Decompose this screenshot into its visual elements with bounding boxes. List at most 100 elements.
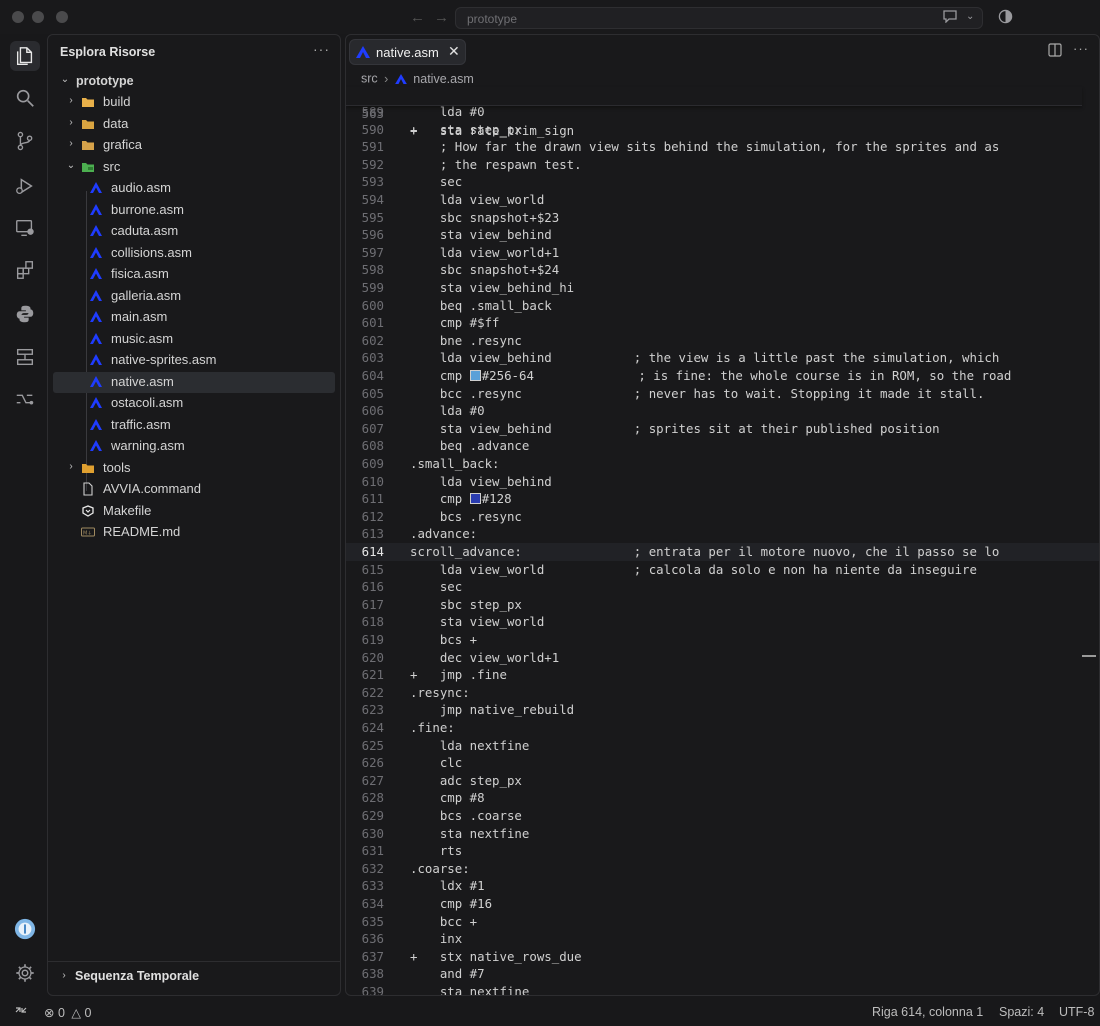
chevron-down-icon: ⌄ <box>66 159 76 171</box>
back-arrow-icon[interactable]: ← <box>410 9 425 26</box>
breadcrumb-folder[interactable]: src <box>361 72 378 86</box>
warning-count: 0 <box>84 1006 92 1020</box>
line-number: 597 <box>361 244 384 260</box>
tree-item[interactable]: AVVIA.command <box>53 479 335 500</box>
tree-item[interactable]: caduta.asm <box>53 221 335 242</box>
assembly-file-icon <box>90 440 102 451</box>
code-line: 597 lda view_world+1 <box>346 244 1099 262</box>
code-text: bne .resync <box>410 332 522 348</box>
code-text: scroll_advance: ; entrata per il motore … <box>410 544 1000 559</box>
tree-item[interactable]: › build <box>53 92 335 113</box>
tree-item[interactable]: audio.asm <box>53 178 335 199</box>
line-number: 563 <box>361 105 384 121</box>
remote-explorer-icon[interactable] <box>12 215 38 241</box>
code-text: + jmp .fine <box>410 667 507 683</box>
extensions-icon[interactable] <box>12 257 38 283</box>
line-number: 602 <box>361 332 384 348</box>
problems-indicator[interactable]: ⊗ 0 △ 0 <box>44 1005 91 1020</box>
flow-connections-icon[interactable] <box>12 386 38 412</box>
run-and-debug-icon[interactable] <box>12 173 38 199</box>
code-text: sta nextfine <box>410 984 530 996</box>
code-text: sbc snapshot+$23 <box>410 209 560 225</box>
code-text: lda view_world ; calcola da solo e non h… <box>410 561 977 577</box>
assembly-file-icon <box>394 73 407 84</box>
editor-more-actions-icon[interactable]: ··· <box>1073 41 1089 56</box>
tree-item-label: collisions.asm <box>111 244 192 260</box>
chat-icon[interactable] <box>942 9 958 26</box>
source-control-icon[interactable] <box>12 128 38 154</box>
code-editor[interactable]: 589 lda #0 590 + sta step_px 591 ; How far … <box>346 87 1099 995</box>
account-avatar[interactable] <box>12 916 38 942</box>
code-text: cmp #16 <box>410 896 493 911</box>
search-icon[interactable] <box>12 85 38 111</box>
indentation-setting[interactable]: Spazi: 4 <box>999 1005 1044 1019</box>
tree-item[interactable]: › data <box>53 114 335 135</box>
tree-item[interactable]: native-sprites.asm <box>53 350 335 371</box>
tree-item[interactable]: › tools <box>53 458 335 479</box>
sticky-scroll-line[interactable]: 563 + sta rate_trim_sign <box>346 87 1082 138</box>
layout-panels-icon[interactable] <box>12 344 38 370</box>
line-number: 592 <box>361 156 384 172</box>
code-line: 616 sec <box>346 578 1099 596</box>
accounts-circle-icon[interactable] <box>998 9 1013 27</box>
tree-item[interactable]: main.asm <box>53 307 335 328</box>
tree-item[interactable]: native.asm <box>53 371 335 393</box>
chevron-right-icon: › <box>69 116 73 128</box>
markdown-icon: M↓ <box>81 527 95 537</box>
tree-item[interactable]: warning.asm <box>53 436 335 457</box>
code-text: lda view_world <box>410 192 545 207</box>
tree-item-label: traffic.asm <box>111 416 171 432</box>
close-window-button[interactable] <box>12 11 24 23</box>
code-line: 606 lda #0 <box>346 402 1099 420</box>
tree-item[interactable]: music.asm <box>53 329 335 350</box>
close-icon[interactable]: ✕ <box>448 43 460 60</box>
tree-item-label: galleria.asm <box>111 287 182 303</box>
python-icon[interactable] <box>12 301 38 327</box>
tree-item[interactable]: burrone.asm <box>53 200 335 221</box>
encoding-setting[interactable]: UTF-8 <box>1059 1005 1094 1019</box>
explorer-icon[interactable] <box>10 41 40 71</box>
tree-item[interactable]: M↓ README.md <box>53 522 335 543</box>
line-number: 639 <box>361 984 384 996</box>
assembly-file-icon <box>90 268 102 279</box>
code-text: cmp #256-64 ; is fine: the whole course … <box>410 368 1012 383</box>
color-swatch-icon[interactable] <box>469 370 481 381</box>
tree-item[interactable]: collisions.asm <box>53 243 335 264</box>
minimize-window-button[interactable] <box>32 11 44 23</box>
code-line: 622 .resync: <box>346 684 1099 702</box>
tree-item[interactable]: Makefile <box>53 501 335 522</box>
timeline-section[interactable]: › Sequenza Temporale <box>48 961 340 992</box>
tree-item[interactable]: fisica.asm <box>53 264 335 285</box>
line-number: 632 <box>361 860 384 876</box>
tree-item-label: build <box>103 94 131 109</box>
zoom-window-button[interactable] <box>56 11 68 23</box>
code-line: 633 ldx #1 <box>346 877 1099 895</box>
code-text: .fine: <box>410 720 455 735</box>
code-line: 596 sta view_behind <box>346 226 1099 244</box>
color-swatch-icon[interactable] <box>469 493 481 505</box>
split-editor-icon[interactable] <box>1048 43 1062 60</box>
tree-item-label: native-sprites.asm <box>111 352 217 367</box>
tab-native-asm[interactable]: native.asm ✕ <box>349 39 466 65</box>
line-number: 618 <box>361 614 384 630</box>
tree-item[interactable]: galleria.asm <box>53 286 335 307</box>
tree-item-label: data <box>103 115 129 131</box>
code-text: ; How far the drawn view sits behind the… <box>410 139 1000 155</box>
tree-item[interactable]: ⌄ src <box>53 157 335 178</box>
tree-item[interactable]: traffic.asm <box>53 415 335 436</box>
scrollbar-cursor-marker[interactable] <box>1082 655 1096 657</box>
code-line: 599 sta view_behind_hi <box>346 279 1099 297</box>
tree-item[interactable]: › grafica <box>53 135 335 156</box>
chevron-down-icon[interactable]: ⌄ <box>966 11 974 22</box>
tree-item-label: burrone.asm <box>111 201 184 217</box>
remote-indicator-icon[interactable] <box>14 1003 28 1020</box>
forward-arrow-icon[interactable]: → <box>434 9 449 26</box>
settings-gear-icon[interactable] <box>12 960 38 986</box>
tree-root[interactable]: ⌄ prototype <box>53 71 335 92</box>
code-text: sbc snapshot+$24 <box>410 262 560 278</box>
command-center-search[interactable]: prototype <box>455 7 983 29</box>
tree-item[interactable]: ostacoli.asm <box>53 393 335 414</box>
more-actions-icon[interactable]: ··· <box>313 41 330 57</box>
breadcrumb-file[interactable]: native.asm <box>413 72 473 86</box>
cursor-position[interactable]: Riga 614, colonna 1 <box>872 1005 983 1019</box>
